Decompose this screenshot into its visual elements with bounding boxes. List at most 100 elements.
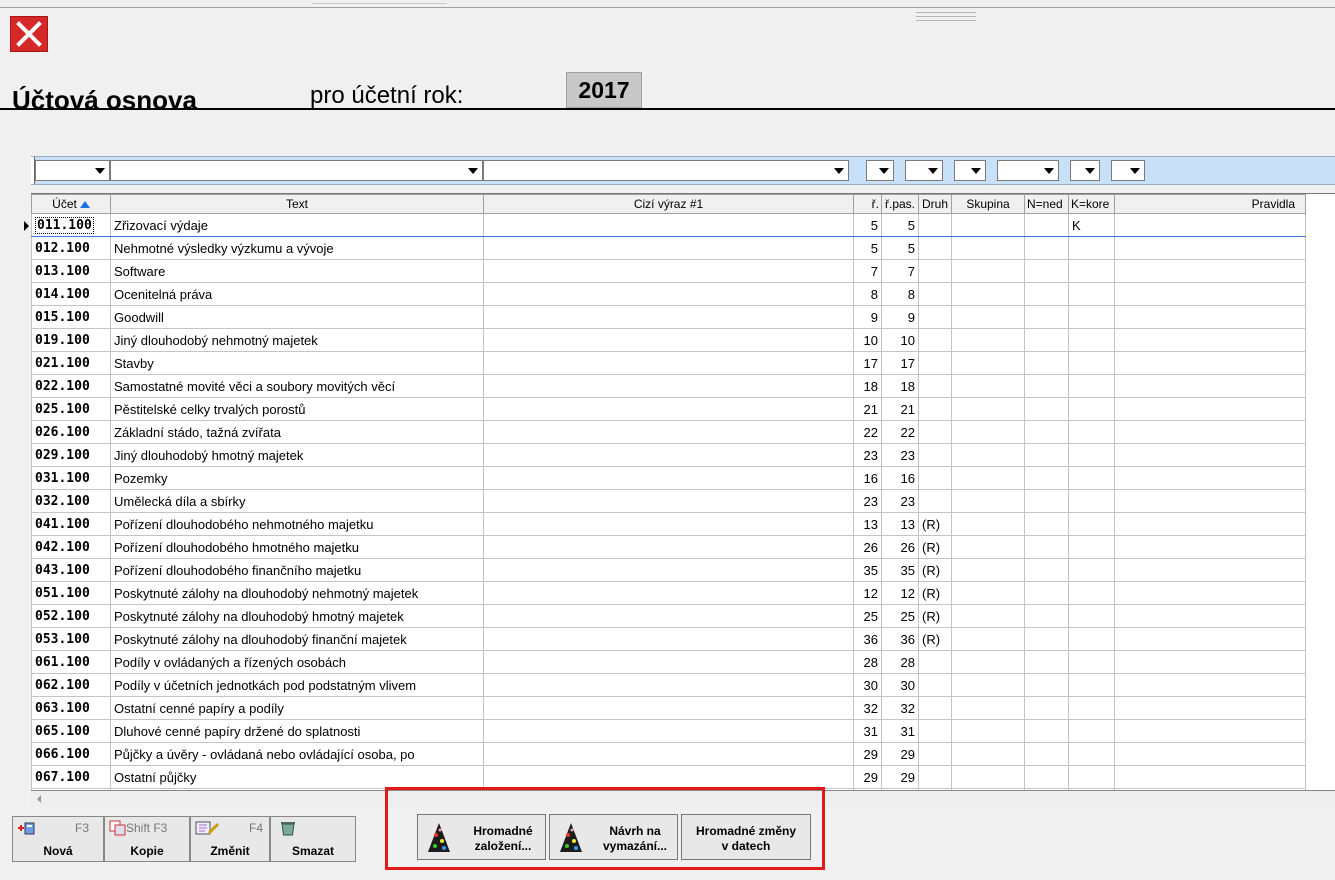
druh-cell[interactable] — [918, 282, 952, 306]
skupina-cell[interactable] — [951, 328, 1025, 352]
pravidla-cell[interactable] — [1114, 489, 1306, 513]
n-cell[interactable] — [1024, 351, 1069, 375]
header-skupina[interactable]: Skupina — [951, 194, 1025, 214]
druh-cell[interactable] — [918, 696, 952, 720]
rpas-cell[interactable]: 13 — [881, 512, 919, 536]
edit-button[interactable]: F4 Změnit — [190, 816, 270, 862]
k-cell[interactable] — [1068, 374, 1115, 398]
pravidla-cell[interactable] — [1114, 328, 1306, 352]
text-cell[interactable]: Základní stádo, tažná zvířata — [110, 420, 484, 444]
r-cell[interactable]: 31 — [853, 719, 882, 743]
skupina-cell[interactable] — [951, 765, 1025, 789]
rpas-cell[interactable]: 30 — [881, 673, 919, 697]
foreign-cell[interactable] — [483, 512, 854, 536]
skupina-cell[interactable] — [951, 397, 1025, 421]
foreign-cell[interactable] — [483, 489, 854, 513]
rpas-cell[interactable]: 5 — [881, 236, 919, 260]
skupina-cell[interactable] — [951, 719, 1025, 743]
account-cell[interactable]: 067.100 — [31, 765, 111, 789]
r-cell[interactable]: 8 — [853, 282, 882, 306]
text-cell[interactable]: Goodwill — [110, 305, 484, 329]
k-cell[interactable] — [1068, 282, 1115, 306]
text-cell[interactable]: Nehmotné výsledky výzkumu a vývoje — [110, 236, 484, 260]
header-account[interactable]: Účet — [31, 194, 111, 214]
r-cell[interactable]: 28 — [853, 650, 882, 674]
rpas-cell[interactable]: 28 — [881, 650, 919, 674]
druh-cell[interactable]: (R) — [918, 512, 952, 536]
filter-text[interactable] — [110, 160, 483, 181]
skupina-cell[interactable] — [951, 374, 1025, 398]
n-cell[interactable] — [1024, 443, 1069, 467]
r-cell[interactable]: 9 — [853, 305, 882, 329]
copy-button[interactable]: Shift F3 Kopie — [104, 816, 190, 862]
table-row[interactable]: 011.100 Zřizovací výdaje 5 5 K — [31, 213, 1306, 237]
skupina-cell[interactable] — [951, 213, 1025, 237]
filter-r[interactable] — [866, 160, 894, 181]
n-cell[interactable] — [1024, 765, 1069, 789]
chevron-down-icon[interactable] — [1082, 163, 1097, 178]
n-cell[interactable] — [1024, 512, 1069, 536]
table-row[interactable]: 026.100 Základní stádo, tažná zvířata 22 22 — [31, 420, 1306, 444]
text-cell[interactable]: Poskytnuté zálohy na dlouhodobý finanční… — [110, 627, 484, 651]
table-row[interactable]: 067.100 Ostatní půjčky 29 29 — [31, 765, 1306, 789]
text-cell[interactable]: Stavby — [110, 351, 484, 375]
account-cell[interactable]: 014.100 — [31, 282, 111, 306]
rpas-cell[interactable]: 36 — [881, 627, 919, 651]
k-cell[interactable] — [1068, 604, 1115, 628]
chevron-down-icon[interactable] — [465, 163, 480, 178]
close-icon[interactable] — [10, 16, 48, 52]
n-cell[interactable] — [1024, 719, 1069, 743]
table-row[interactable]: 012.100 Nehmotné výsledky výzkumu a vývoj… — [31, 236, 1306, 260]
pravidla-cell[interactable] — [1114, 236, 1306, 260]
n-cell[interactable] — [1024, 489, 1069, 513]
account-cell[interactable]: 021.100 — [31, 351, 111, 375]
r-cell[interactable]: 30 — [853, 673, 882, 697]
account-cell[interactable]: 066.100 — [31, 742, 111, 766]
account-cell[interactable]: 015.100 — [31, 305, 111, 329]
k-cell[interactable] — [1068, 765, 1115, 789]
pravidla-cell[interactable] — [1114, 305, 1306, 329]
table-row[interactable]: 013.100 Software 7 7 — [31, 259, 1306, 283]
foreign-cell[interactable] — [483, 650, 854, 674]
n-cell[interactable] — [1024, 397, 1069, 421]
druh-cell[interactable] — [918, 466, 952, 490]
text-cell[interactable]: Poskytnuté zálohy na dlouhodobý nehmotný… — [110, 581, 484, 605]
druh-cell[interactable]: (R) — [918, 535, 952, 559]
skupina-cell[interactable] — [951, 581, 1025, 605]
account-cell[interactable]: 026.100 — [31, 420, 111, 444]
pravidla-cell[interactable] — [1114, 512, 1306, 536]
foreign-cell[interactable] — [483, 374, 854, 398]
rpas-cell[interactable]: 21 — [881, 397, 919, 421]
text-cell[interactable]: Jiný dlouhodobý nehmotný majetek — [110, 328, 484, 352]
n-cell[interactable] — [1024, 305, 1069, 329]
table-row[interactable]: 021.100 Stavby 17 17 — [31, 351, 1306, 375]
druh-cell[interactable] — [918, 397, 952, 421]
account-cell[interactable]: 041.100 — [31, 512, 111, 536]
account-cell[interactable]: 051.100 — [31, 581, 111, 605]
k-cell[interactable] — [1068, 236, 1115, 260]
foreign-cell[interactable] — [483, 696, 854, 720]
header-r[interactable]: ř. — [853, 194, 882, 214]
k-cell[interactable] — [1068, 719, 1115, 743]
foreign-cell[interactable] — [483, 328, 854, 352]
table-row[interactable]: 063.100 Ostatní cenné papíry a podíly 32 32 — [31, 696, 1306, 720]
foreign-cell[interactable] — [483, 581, 854, 605]
skupina-cell[interactable] — [951, 673, 1025, 697]
account-cell[interactable]: 061.100 — [31, 650, 111, 674]
r-cell[interactable]: 32 — [853, 696, 882, 720]
k-cell[interactable] — [1068, 259, 1115, 283]
druh-cell[interactable]: (R) — [918, 558, 952, 582]
text-cell[interactable]: Ostatní cenné papíry a podíly — [110, 696, 484, 720]
text-cell[interactable]: Jiný dlouhodobý hmotný majetek — [110, 443, 484, 467]
pravidla-cell[interactable] — [1114, 443, 1306, 467]
pravidla-cell[interactable] — [1114, 535, 1306, 559]
rpas-cell[interactable]: 31 — [881, 719, 919, 743]
text-cell[interactable]: Umělecká díla a sbírky — [110, 489, 484, 513]
r-cell[interactable]: 26 — [853, 535, 882, 559]
druh-cell[interactable] — [918, 673, 952, 697]
account-cell[interactable]: 013.100 — [31, 259, 111, 283]
filter-skupina[interactable] — [997, 160, 1059, 181]
n-cell[interactable] — [1024, 627, 1069, 651]
filter-druh[interactable] — [954, 160, 986, 181]
foreign-cell[interactable] — [483, 627, 854, 651]
